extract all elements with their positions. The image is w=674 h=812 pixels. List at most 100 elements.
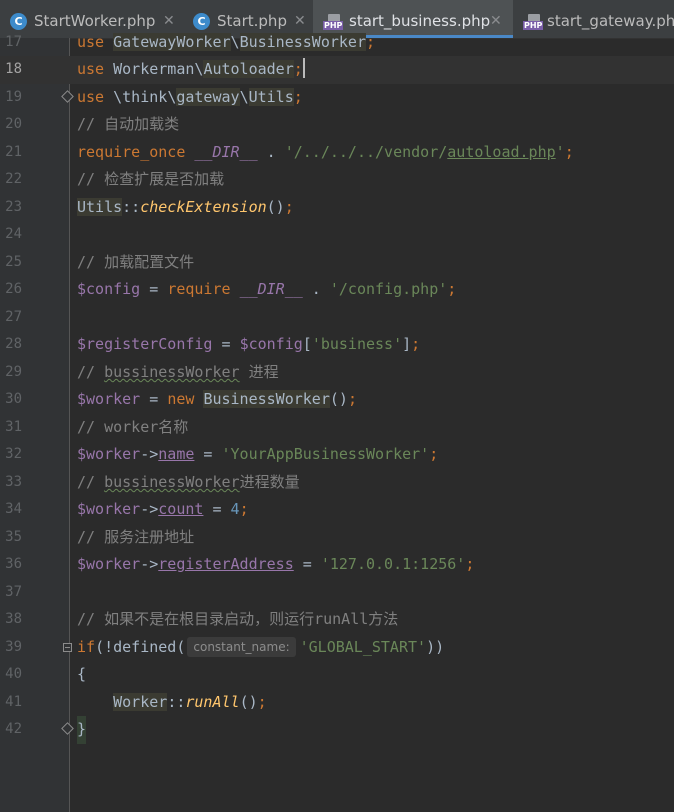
line-number: 25 — [5, 254, 22, 270]
code-token: require_once — [77, 143, 186, 161]
code-token: 4 — [230, 500, 240, 518]
code-token: Utils::checkExtension(); — [77, 194, 294, 222]
code-token: // bussinessWorker进程数量 — [77, 469, 300, 497]
code-token: ; — [239, 500, 249, 518]
code-token: think — [122, 88, 168, 106]
code-token: -> — [140, 500, 159, 518]
line-number: 37 — [5, 584, 22, 600]
code-token: $worker — [77, 445, 141, 463]
code-token: use \think\gateway\Utils; — [77, 84, 303, 112]
line-number: 21 — [5, 144, 22, 160]
code-token: // worker名称 — [77, 418, 189, 436]
code-token: use — [77, 60, 105, 78]
code-line: 37 — [0, 579, 674, 607]
code-token: $worker->name = 'YourAppBusinessWorker'; — [77, 441, 438, 469]
code-token: Workerman — [113, 60, 195, 78]
line-number: 24 — [5, 226, 22, 242]
code-token: __DIR__ — [194, 143, 258, 161]
code-line: 29 // bussinessWorker 进程 — [0, 359, 674, 387]
code-token: $worker = new BusinessWorker(); — [77, 386, 357, 414]
php-file-icon: PHP — [523, 14, 544, 30]
code-token: runAll — [185, 693, 240, 711]
fold-marker-icon[interactable] — [61, 722, 74, 735]
code-line: 27 — [0, 304, 674, 332]
code-token: 进程数量 — [239, 473, 300, 491]
code-token: __DIR__ — [239, 280, 303, 298]
line-number: 30 — [5, 391, 22, 407]
code-token: = — [212, 335, 240, 353]
code-token: )) — [426, 638, 445, 656]
line-number: 20 — [5, 116, 22, 132]
code-token: checkExtension — [140, 198, 267, 216]
c-class-icon: C — [10, 13, 27, 30]
code-line-current: 18 use Workerman\Autoloader; — [0, 56, 674, 84]
code-token: ; — [447, 280, 457, 298]
code-line: 23 Utils::checkExtension(); — [0, 194, 674, 222]
code-token: count — [158, 500, 204, 518]
code-token: $worker->registerAddress = '127.0.0.1:12… — [77, 551, 474, 579]
code-token: = — [140, 390, 168, 408]
code-token: require — [167, 280, 231, 298]
code-token: // — [77, 363, 105, 381]
code-token: } — [77, 716, 87, 744]
code-token: \ — [167, 88, 177, 106]
code-line: 19 use \think\gateway\Utils; — [0, 84, 674, 112]
line-number: 27 — [5, 309, 22, 325]
line-number: 42 — [5, 721, 22, 737]
code-token: ; — [293, 60, 303, 78]
code-token: gateway — [176, 88, 240, 106]
code-line: 39 if(!defined(constant_name: 'GLOBAL_STA… — [0, 634, 674, 662]
code-token: Worker — [113, 693, 168, 711]
parameter-hint: constant_name: — [187, 637, 296, 657]
code-token: name — [158, 445, 195, 463]
code-line: 22 // 检查扩展是否加载 — [0, 166, 674, 194]
code-token: '/../../../vendor/ — [284, 143, 448, 161]
code-token: $registerConfig = $config['business']; — [77, 331, 420, 359]
code-token: '127.0.0.1:1256' — [320, 555, 466, 573]
code-token: ; — [564, 143, 574, 161]
code-token: $worker — [77, 500, 141, 518]
code-token: Worker::runAll(); — [77, 689, 267, 717]
code-token: // bussinessWorker 进程 — [77, 359, 279, 387]
code-token: ; — [411, 335, 421, 353]
code-token: ; — [257, 693, 267, 711]
code-token: 'YourAppBusinessWorker' — [221, 445, 430, 463]
fold-marker-icon[interactable] — [61, 90, 74, 103]
code-token: $registerConfig — [77, 335, 213, 353]
code-line: 21 require_once __DIR__ . '/../../../ven… — [0, 139, 674, 167]
line-number: 26 — [5, 281, 22, 297]
line-number: 41 — [5, 694, 22, 710]
code-token: '/config.php' — [329, 280, 448, 298]
fold-marker-icon[interactable] — [63, 643, 72, 652]
line-number: 17 — [5, 34, 22, 50]
code-token: 进程 — [239, 363, 279, 381]
c-class-icon: C — [193, 13, 210, 30]
code-line: 41 Worker::runAll(); — [0, 689, 674, 717]
line-number: 23 — [5, 199, 22, 215]
code-token: = — [203, 500, 231, 518]
code-token: bussinessWorker — [104, 473, 240, 491]
code-token: // 如果不是在根目录启动，则运行runAll方法 — [77, 610, 399, 628]
code-token: () — [239, 693, 258, 711]
code-token: \ — [230, 33, 240, 51]
code-token: ; — [366, 33, 376, 51]
code-token: \ — [113, 88, 123, 106]
code-token: use GatewayWorker\BusinessWorker; — [77, 29, 375, 57]
line-number: 39 — [5, 639, 22, 655]
code-token: bussinessWorker — [104, 363, 240, 381]
code-line: 38 // 如果不是在根目录启动，则运行runAll方法 — [0, 606, 674, 634]
code-token: new — [167, 390, 195, 408]
code-line: 25 // 加载配置文件 — [0, 249, 674, 277]
code-token: ; — [347, 390, 357, 408]
code-token: GatewayWorker — [113, 33, 231, 51]
code-token: $config = require __DIR__ . '/config.php… — [77, 276, 456, 304]
code-token: :: — [167, 693, 186, 711]
code-line: 36 $worker->registerAddress = '127.0.0.1… — [0, 551, 674, 579]
line-number: 38 — [5, 611, 22, 627]
code-token: require_once __DIR__ . '/../../../vendor… — [77, 139, 574, 167]
code-token: $worker->count = 4; — [77, 496, 249, 524]
code-line: 30 $worker = new BusinessWorker(); — [0, 386, 674, 414]
line-number: 34 — [5, 501, 22, 517]
code-token: Utils — [248, 88, 294, 106]
line-number: 33 — [5, 474, 22, 490]
